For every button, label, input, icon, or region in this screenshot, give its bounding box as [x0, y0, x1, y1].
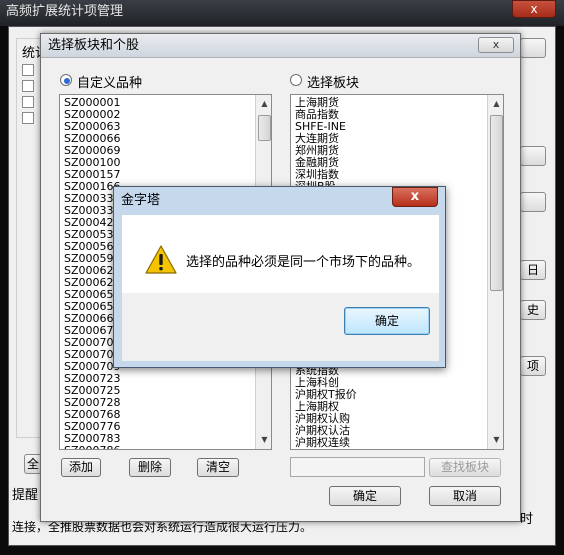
warning-icon: [145, 245, 177, 274]
dialog-ok-button[interactable]: 确定: [329, 486, 401, 506]
scroll-up-icon[interactable]: ▲: [257, 96, 271, 111]
outer-right-button[interactable]: [520, 192, 546, 212]
find-sector-button[interactable]: 查找板块: [429, 458, 501, 477]
sector-list-scrollbar[interactable]: ▲ ▼: [487, 95, 503, 449]
sector-list-items-top: 上海期货商品指数SHFE-INE大连期货郑州期货金融期货深圳指数深圳B股: [293, 97, 483, 193]
scroll-up-icon[interactable]: ▲: [489, 96, 503, 111]
alert-dialog: 金字塔 x 选择的品种必须是同一个市场下的品种。 确定: [113, 186, 446, 368]
radio-sector[interactable]: [290, 74, 302, 86]
outer-close-button[interactable]: x: [512, 0, 556, 18]
scroll-thumb[interactable]: [490, 115, 503, 291]
delete-button[interactable]: 删除: [129, 458, 171, 477]
outer-window-title: 高频扩展统计项管理: [0, 0, 564, 26]
outer-time-fragment: 时: [520, 512, 534, 527]
outer-checkbox[interactable]: [22, 96, 34, 108]
outer-checkbox[interactable]: [22, 80, 34, 92]
scroll-thumb[interactable]: [258, 115, 271, 141]
outer-right-button[interactable]: [520, 146, 546, 166]
find-sector-input[interactable]: [290, 457, 425, 477]
add-button[interactable]: 添加: [61, 458, 101, 477]
radio-custom[interactable]: [60, 74, 72, 86]
outer-right-button[interactable]: 日: [520, 260, 546, 280]
dialog-close-button[interactable]: x: [478, 37, 514, 53]
dialog-cancel-button[interactable]: 取消: [429, 486, 501, 506]
sector-list-items-bottom: 系统指数 上海科创 沪期权T报价 上海期权 沪期权认购 沪期权认沽 沪期权连续: [293, 365, 483, 449]
clear-button[interactable]: 清空: [197, 458, 239, 477]
radio-custom-label: 自定义品种: [77, 76, 143, 91]
stock-list-item[interactable]: SZ000786: [62, 445, 254, 450]
outer-right-button[interactable]: [520, 38, 546, 58]
radio-sector-label: 选择板块: [307, 76, 360, 91]
outer-checkbox[interactable]: [22, 64, 34, 76]
scroll-down-icon[interactable]: ▼: [489, 432, 503, 447]
alert-message: 选择的品种必须是同一个市场下的品种。: [186, 255, 421, 270]
outer-checkbox[interactable]: [22, 112, 34, 124]
alert-close-button[interactable]: x: [392, 187, 438, 207]
outer-right-button[interactable]: 项: [520, 356, 546, 376]
sector-list-item[interactable]: 沪期权连续: [293, 437, 483, 449]
dialog-title: 选择板块和个股: [41, 34, 520, 58]
outer-right-button[interactable]: 史: [520, 300, 546, 320]
outer-hint-label: 提醒: [12, 488, 39, 503]
scroll-down-icon[interactable]: ▼: [257, 432, 271, 447]
alert-ok-button[interactable]: 确定: [344, 307, 430, 335]
